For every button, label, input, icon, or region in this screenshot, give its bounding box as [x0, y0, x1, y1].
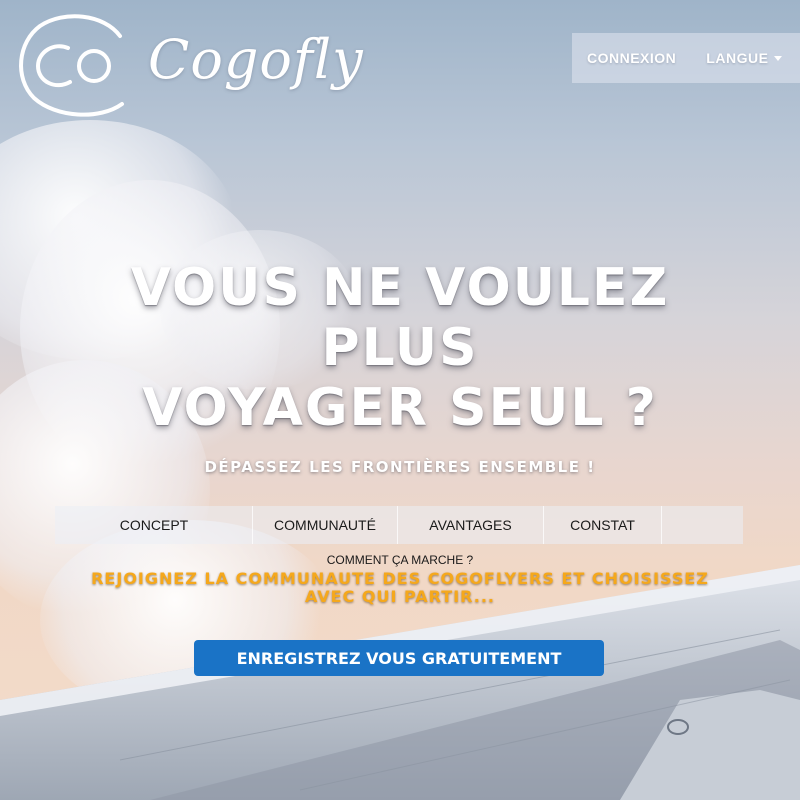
hero-subtitle: DÉPASSEZ LES FRONTIÈRES ENSEMBLE !	[204, 458, 596, 476]
brand-name: Cogofly	[148, 28, 364, 91]
join-community-text: REJOIGNEZ LA COMMUNAUTE DES COGOFLYERS E…	[40, 570, 760, 606]
register-free-button[interactable]: ENREGISTREZ VOUS GRATUITEMENT	[194, 640, 604, 676]
language-label: LANGUE	[706, 50, 769, 66]
how-it-works-label: COMMENT ÇA MARCHE ?	[326, 553, 474, 567]
logo-emblem-icon	[19, 14, 124, 117]
login-link[interactable]: CONNEXION	[587, 50, 676, 66]
cogofly-logo[interactable]: Cogofly	[12, 8, 372, 120]
hero-title-line: PLUS	[321, 318, 479, 378]
tab-avantages[interactable]: AVANTAGES	[398, 506, 544, 544]
hero-title-line: VOUS NE VOULEZ	[130, 258, 670, 318]
join-text-line: REJOIGNEZ LA COMMUNAUTE DES COGOFLYERS E…	[91, 569, 709, 588]
join-text-line: AVEC QUI PARTIR...	[305, 587, 495, 606]
tabs-spacer	[662, 506, 743, 544]
tab-communaute[interactable]: COMMUNAUTÉ	[253, 506, 398, 544]
section-tabs: CONCEPT COMMUNAUTÉ AVANTAGES CONSTAT	[55, 506, 743, 544]
hero-title-line: VOYAGER SEUL ?	[142, 378, 658, 438]
tab-concept[interactable]: CONCEPT	[55, 506, 253, 544]
tab-constat[interactable]: CONSTAT	[544, 506, 662, 544]
hero-title: VOUS NE VOULEZ PLUS VOYAGER SEUL ?	[0, 258, 800, 438]
chevron-down-icon	[774, 55, 783, 61]
top-navigation: CONNEXION LANGUE	[572, 33, 800, 83]
language-dropdown[interactable]: LANGUE	[706, 50, 783, 66]
